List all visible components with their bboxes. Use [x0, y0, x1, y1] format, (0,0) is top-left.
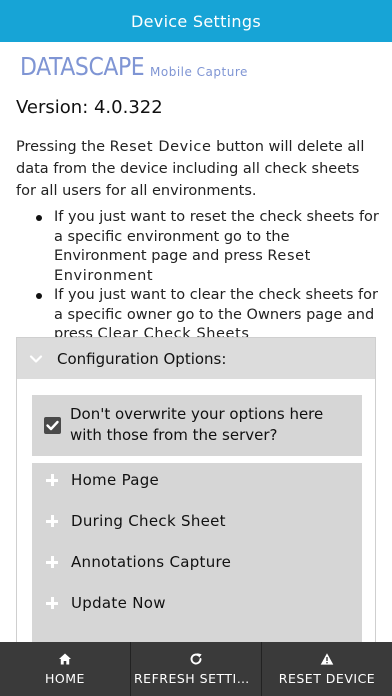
version-text: Version: 4.0.322 — [16, 97, 163, 118]
plus-icon — [46, 597, 58, 609]
warning-icon — [320, 653, 334, 665]
home-icon — [59, 653, 71, 665]
reset-device-tab-label: RESET DEVICE — [278, 671, 376, 686]
section-label: Update Now — [71, 594, 166, 612]
overwrite-label: Don't overwrite your options here with t… — [70, 405, 324, 444]
bullet-list: If you just want to reset the check shee… — [16, 208, 382, 345]
overwrite-option[interactable]: Don't overwrite your options here with t… — [32, 395, 362, 456]
section-label: Annotations Capture — [71, 553, 232, 571]
app-header: Device Settings — [0, 0, 392, 42]
configuration-title: Configuration Options: — [57, 349, 227, 368]
section-home-page[interactable]: Home Page — [32, 463, 362, 497]
configuration-header[interactable]: Configuration Options: — [17, 338, 375, 379]
checkmark-icon — [46, 420, 59, 431]
refresh-settings-tab[interactable]: REFRESH SETTIN... — [131, 642, 262, 696]
intro-keyword: Reset Device — [109, 139, 212, 155]
logo-brand: DATASCAPE — [20, 52, 145, 81]
plus-icon — [46, 474, 58, 486]
bullet-dot — [36, 215, 42, 221]
configuration-panel: Configuration Options: Don't overwrite y… — [16, 337, 376, 648]
refresh-tab-label: REFRESH SETTIN... — [134, 671, 258, 686]
section-annotations-capture[interactable]: Annotations Capture — [32, 545, 362, 579]
datascape-logo: DATASCAPE Mobile Capture — [20, 52, 247, 82]
section-label: Home Page — [71, 471, 160, 489]
page-title: Device Settings — [131, 11, 261, 31]
overwrite-checkbox[interactable] — [44, 417, 61, 434]
reset-device-tab[interactable]: RESET DEVICE — [262, 642, 392, 696]
bullet-text: If you just want to reset the check shee… — [54, 209, 379, 264]
refresh-icon — [190, 653, 202, 665]
intro-paragraph: Pressing the Reset Device button will de… — [16, 136, 382, 202]
home-tab[interactable]: HOME — [0, 642, 131, 696]
plus-icon — [46, 515, 58, 527]
section-during-check-sheet[interactable]: During Check Sheet — [32, 504, 362, 538]
bullet-dot — [36, 293, 42, 299]
chevron-down-icon — [29, 354, 43, 363]
list-item: If you just want to reset the check shee… — [16, 208, 382, 286]
settings-sections: Home Page During Check Sheet Annotations… — [32, 463, 362, 648]
bottom-toolbar: HOME REFRESH SETTIN... RESET DEVICE — [0, 642, 392, 696]
logo-tagline: Mobile Capture — [150, 65, 248, 79]
list-item: If you just want to clear the check shee… — [16, 286, 382, 345]
section-update-now[interactable]: Update Now — [32, 586, 362, 620]
section-label: During Check Sheet — [71, 512, 226, 530]
plus-icon — [46, 556, 58, 568]
home-tab-label: HOME — [45, 671, 85, 686]
intro-text-before: Pressing the — [16, 139, 110, 155]
